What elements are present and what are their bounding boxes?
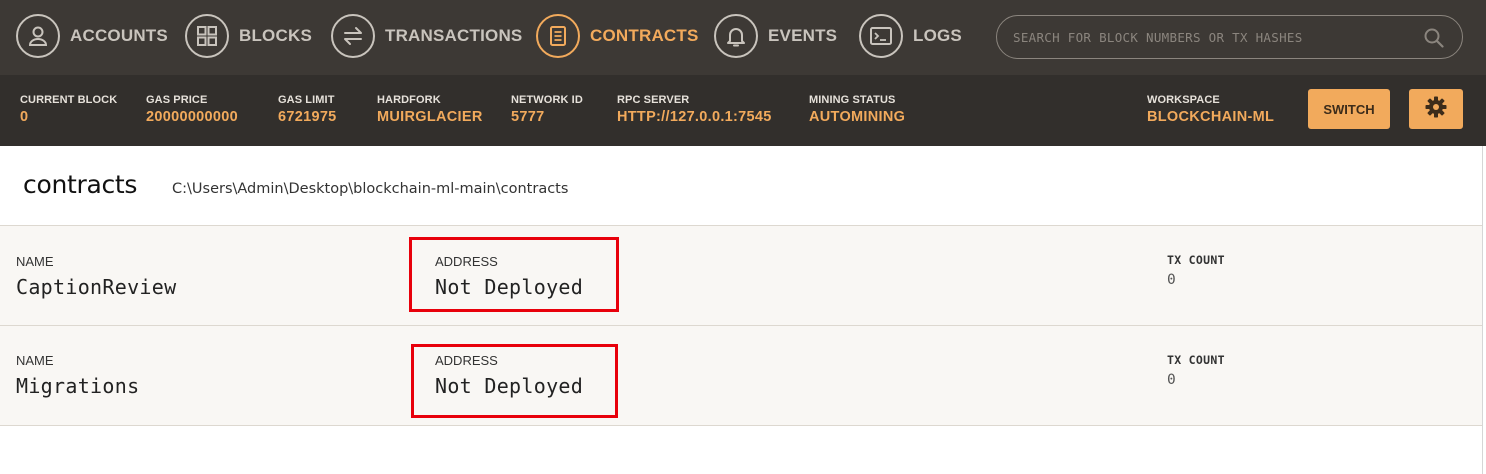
nav-events[interactable]: EVENTS: [714, 14, 837, 58]
stat-workspace: WORKSPACE BLOCKCHAIN-ML: [1147, 94, 1274, 125]
annotation-highlight-box: [411, 344, 618, 418]
swap-arrows-icon: [331, 14, 375, 58]
nav-blocks[interactable]: BLOCKS: [185, 14, 312, 58]
contract-name: Migrations: [16, 374, 140, 398]
nav-label-events: EVENTS: [768, 26, 838, 45]
stat-mining-status: MINING STATUS AUTOMINING: [809, 94, 905, 125]
stat-value: MUIRGLACIER: [377, 109, 483, 125]
stat-value: 0: [20, 109, 29, 125]
stat-label: GAS PRICE: [146, 94, 208, 106]
contract-row[interactable]: NAME Migrations ADDRESS Not Deployed TX …: [0, 326, 1482, 426]
switch-button[interactable]: SWITCH: [1308, 89, 1390, 129]
stat-value: HTTP://127.0.0.1:7545: [617, 109, 772, 125]
gear-icon: [1424, 95, 1448, 124]
stat-label: CURRENT BLOCK: [20, 94, 118, 106]
window-edge: [1482, 146, 1483, 474]
page-header: contracts C:\Users\Admin\Desktop\blockch…: [0, 146, 1482, 226]
stat-gas-limit: GAS LIMIT 6721975: [278, 94, 337, 125]
stat-network-id: NETWORK ID 5777: [511, 94, 583, 125]
search-icon[interactable]: [1424, 28, 1444, 53]
stat-value: 20000000000: [146, 109, 239, 125]
settings-button[interactable]: [1409, 89, 1463, 129]
project-path: C:\Users\Admin\Desktop\blockchain-ml-mai…: [172, 181, 569, 197]
nav-logs[interactable]: LOGS: [859, 14, 962, 58]
nav-label-logs: LOGS: [913, 26, 962, 45]
stat-value: BLOCKCHAIN-ML: [1147, 109, 1275, 125]
grid-icon: [185, 14, 229, 58]
nav-label-blocks: BLOCKS: [239, 26, 312, 45]
nav-accounts[interactable]: ACCOUNTS: [16, 14, 168, 58]
tx-count-value: 0: [1167, 272, 1176, 288]
nav-label-accounts: ACCOUNTS: [70, 26, 168, 45]
stat-value: 5777: [511, 109, 545, 125]
nav-label-contracts: CONTRACTS: [590, 26, 699, 45]
tx-count-label: TX COUNT: [1167, 353, 1225, 367]
search-input[interactable]: [1013, 29, 1413, 45]
stat-label: NETWORK ID: [511, 94, 583, 106]
stat-label: RPC SERVER: [617, 94, 690, 106]
user-icon: [16, 14, 60, 58]
stat-gas-price: GAS PRICE 20000000000: [146, 94, 238, 125]
top-nav: ACCOUNTS BLOCKS TRANSACTIONS CONTRACTS E…: [0, 0, 1486, 75]
search-box: [996, 15, 1463, 59]
name-label: NAME: [16, 254, 54, 269]
stat-label: WORKSPACE: [1147, 94, 1220, 106]
document-icon: [536, 14, 580, 58]
stat-value: 6721975: [278, 109, 337, 125]
stat-value: AUTOMINING: [809, 109, 906, 125]
name-label: NAME: [16, 353, 54, 368]
nav-contracts[interactable]: CONTRACTS: [536, 14, 699, 58]
tx-count-value: 0: [1167, 372, 1176, 388]
contract-row[interactable]: NAME CaptionReview ADDRESS Not Deployed …: [0, 226, 1482, 326]
contract-name: CaptionReview: [16, 275, 177, 299]
nav-label-transactions: TRANSACTIONS: [385, 26, 523, 45]
stat-hardfork: HARDFORK MUIRGLACIER: [377, 94, 483, 125]
status-bar: CURRENT BLOCK 0 GAS PRICE 20000000000 GA…: [0, 75, 1486, 146]
nav-transactions[interactable]: TRANSACTIONS: [331, 14, 522, 58]
stat-label: GAS LIMIT: [278, 94, 335, 106]
annotation-highlight-box: [409, 237, 619, 312]
stat-rpc-server: RPC SERVER HTTP://127.0.0.1:7545: [617, 94, 772, 125]
terminal-icon: [859, 14, 903, 58]
page-title: contracts: [23, 170, 138, 199]
bell-icon: [714, 14, 758, 58]
tx-count-label: TX COUNT: [1167, 253, 1225, 267]
stat-label: HARDFORK: [377, 94, 441, 106]
stat-current-block: CURRENT BLOCK 0: [20, 94, 117, 125]
stat-label: MINING STATUS: [809, 94, 896, 106]
